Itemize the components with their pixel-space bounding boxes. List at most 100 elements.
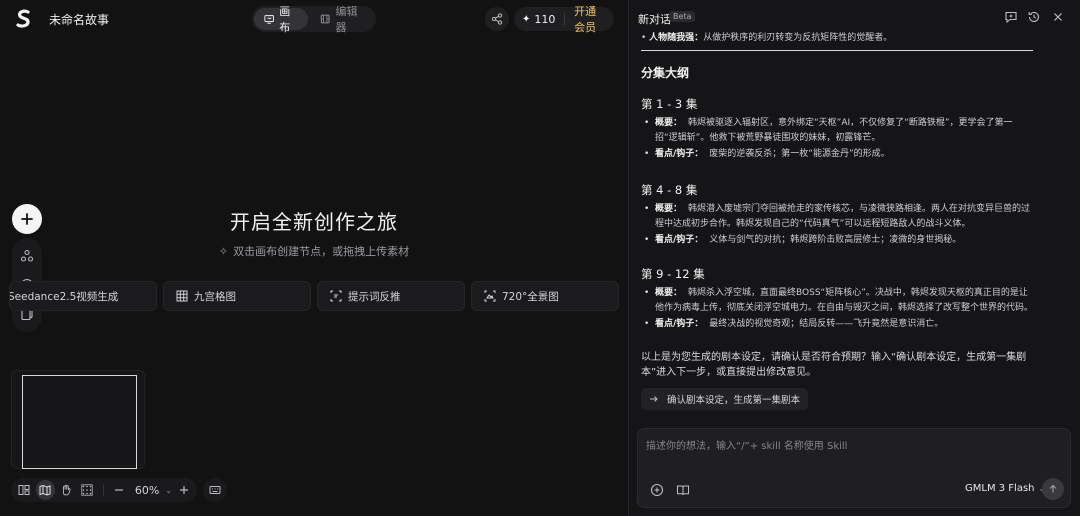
section-heading: 分集大纲 bbox=[641, 66, 690, 80]
keyboard-shortcuts-button[interactable] bbox=[203, 478, 227, 502]
chat-title: 新对话 bbox=[638, 13, 671, 26]
attach-button[interactable] bbox=[650, 483, 664, 497]
canvas-area[interactable]: 未命名故事 画布 编辑器 ✦ 110 开通会员 开启全新创作之旅 ✧ 双击画布创建… bbox=[0, 0, 628, 516]
beta-badge: Beta bbox=[669, 11, 696, 22]
quick-action-prompt[interactable]: 提示词反推 bbox=[317, 281, 465, 311]
prompt-icon bbox=[330, 290, 342, 302]
zoom-out-button[interactable] bbox=[110, 480, 129, 500]
quick-action-video[interactable]: Seedance2.5视频生成 bbox=[9, 281, 157, 311]
book-icon bbox=[677, 485, 689, 496]
history-button[interactable] bbox=[1027, 10, 1041, 24]
bullet-label: 看点/钩子： bbox=[655, 235, 704, 245]
quick-action-panorama[interactable]: 720°全景图 bbox=[471, 281, 619, 311]
bullet-text: 韩烬杀入浮空城，直面最终BOSS“矩阵核心”。决战中，韩烬发现天枢的真正目的是让… bbox=[655, 288, 1034, 313]
section-divider bbox=[641, 50, 1033, 51]
hand-icon bbox=[63, 484, 72, 496]
list-item: 看点/钩子： 义体与剑气的对抗；韩烬跨阶击败高层修士；凌微的身世揭秘。 bbox=[641, 233, 1033, 248]
chat-input-box: GMLM 3 Flash ⌄ bbox=[637, 428, 1071, 508]
chat-add-icon bbox=[1005, 11, 1017, 24]
episode-bullets: 概要：韩烬杀入浮空城，直面最终BOSS“矩阵核心”。决战中，韩烬发现天枢的真正目… bbox=[641, 286, 1033, 333]
map-icon bbox=[39, 484, 51, 496]
chevron-down-icon[interactable]: ⌄ bbox=[165, 486, 172, 495]
bullet-label: 概要： bbox=[655, 118, 683, 128]
layout-button[interactable] bbox=[15, 480, 34, 500]
tab-canvas[interactable]: 画布 bbox=[254, 5, 309, 34]
zoom-in-button[interactable] bbox=[174, 480, 193, 500]
minus-icon bbox=[115, 489, 124, 491]
minimap-viewport[interactable] bbox=[22, 375, 137, 469]
editor-icon bbox=[320, 14, 330, 24]
episode-bullets: 概要：韩烬潜入废墟宗门夺回被抢走的家传核芯，与凌微狭路相逢。两人在对抗变异巨兽的… bbox=[641, 202, 1033, 249]
toolbar-divider bbox=[102, 484, 104, 496]
canvas-icon bbox=[264, 15, 274, 24]
suggestion-label: 确认剧本设定，生成第一集剧本 bbox=[667, 395, 801, 406]
arrow-up-icon bbox=[1049, 484, 1057, 493]
sparkle-icon: ✧ bbox=[218, 245, 229, 258]
bullet-text: 从做护秩序的利刃转变为反抗矩阵性的觉醒者。 bbox=[703, 33, 893, 43]
layout-icon bbox=[18, 485, 30, 495]
grid-toggle-button[interactable] bbox=[78, 480, 97, 500]
episode-bullets: 概要：韩烬被驱逐入辐射区，意外绑定“天枢”AI，不仅修复了“断路铁棍”，更学会了… bbox=[641, 116, 1033, 163]
plus-circle-icon bbox=[650, 483, 664, 497]
list-item: 概要：韩烬杀入浮空城，直面最终BOSS“矩阵核心”。决战中，韩烬发现天枢的真正目… bbox=[641, 286, 1033, 316]
close-panel-button[interactable] bbox=[1051, 10, 1065, 24]
bullet-label: 人物随我强： bbox=[649, 33, 704, 43]
bullet-label: 看点/钩子： bbox=[655, 319, 704, 329]
map-button[interactable] bbox=[35, 480, 55, 500]
tab-canvas-label: 画布 bbox=[279, 5, 291, 34]
bullet-text: 废柴的逆袭反杀；第一枚“能源金丹”的形成。 bbox=[709, 149, 890, 159]
share-button[interactable] bbox=[485, 7, 509, 31]
history-icon bbox=[1028, 11, 1040, 23]
bullet-text: 韩烬被驱逐入辐射区，意外绑定“天枢”AI，不仅修复了“断路铁棍”，更学会了第一招… bbox=[655, 118, 1013, 143]
chat-messages[interactable]: • 人物随我强：从做护秩序的利刃转变为反抗矩阵性的觉醒者。 分集大纲 第 1 -… bbox=[629, 30, 1080, 425]
message-cut-line: • 人物随我强：从做护秩序的利刃转变为反抗矩阵性的觉醒者。 bbox=[641, 33, 893, 43]
assistant-closing-text: 以上是为您生成的剧本设定，请确认是否符合预期？输入“确认剧本设定，生成第一集剧本… bbox=[641, 352, 1027, 378]
mode-switch: 画布 编辑器 bbox=[252, 5, 376, 34]
quick-action-grid[interactable]: 九宫格图 bbox=[163, 281, 311, 311]
upgrade-vip-link[interactable]: 开通会员 bbox=[574, 3, 606, 35]
bullet-label: 概要： bbox=[655, 204, 683, 214]
episode-title: 第 1 - 3 集 bbox=[641, 97, 698, 111]
bullet-label: 概要： bbox=[655, 288, 683, 298]
quick-actions: Seedance2.5视频生成 九宫格图 提示词反推 720°全景图 bbox=[0, 281, 628, 311]
close-icon bbox=[1054, 13, 1062, 21]
list-item: 看点/钩子： 废柴的逆袭反杀；第一枚“能源金丹”的形成。 bbox=[641, 147, 1033, 162]
chat-input[interactable] bbox=[646, 437, 1046, 455]
quick-action-label: 720°全景图 bbox=[502, 290, 559, 303]
keyboard-icon bbox=[209, 486, 221, 494]
canvas-bottom-toolbar: 60% ⌄ bbox=[11, 478, 197, 502]
hero-subtitle: ✧ 双击画布创建节点，或拖拽上传素材 bbox=[0, 243, 628, 259]
list-item: 看点/钩子： 最终决战的视觉奇观；结局反转——飞升竟然是意识消亡。 bbox=[641, 317, 1033, 332]
credit-star-icon: ✦ bbox=[522, 13, 531, 25]
suggestion-chip[interactable]: 确认剧本设定，生成第一集剧本 bbox=[641, 388, 809, 410]
bullet-text: 韩烬潜入废墟宗门夺回被抢走的家传核芯，与凌微狭路相逢。两人在对抗变异巨兽的过程中… bbox=[655, 204, 1031, 229]
chat-panel: 新对话 Beta • 人物随我强：从做护秩序的利刃转变为反抗矩阵性的觉醒者。 分… bbox=[629, 0, 1080, 516]
skill-library-button[interactable] bbox=[676, 483, 690, 497]
list-item: 概要：韩烬潜入废墟宗门夺回被抢走的家传核芯，与凌微狭路相逢。两人在对抗变异巨兽的… bbox=[641, 202, 1033, 232]
tab-editor[interactable]: 编辑器 bbox=[310, 5, 374, 34]
dot-grid-icon bbox=[81, 484, 94, 496]
model-selector[interactable]: GMLM 3 Flash ⌄ bbox=[965, 483, 1045, 494]
hero-subtitle-text: 双击画布创建节点，或拖拽上传素材 bbox=[233, 245, 410, 258]
model-name: GMLM 3 Flash bbox=[965, 483, 1035, 494]
zoom-level[interactable]: 60% bbox=[131, 484, 163, 497]
hand-tool-button[interactable] bbox=[57, 480, 76, 500]
bullet-text: 义体与剑气的对抗；韩烬跨阶击败高层修士；凌微的身世揭秘。 bbox=[709, 235, 962, 245]
minimap[interactable] bbox=[11, 370, 145, 469]
tab-editor-label: 编辑器 bbox=[335, 5, 358, 34]
app-logo-icon bbox=[16, 9, 30, 28]
credit-divider bbox=[564, 13, 566, 25]
new-chat-button[interactable] bbox=[1004, 10, 1018, 24]
quick-action-label: 提示词反推 bbox=[348, 290, 401, 303]
plus-icon bbox=[179, 486, 188, 494]
quick-action-label: Seedance2.5视频生成 bbox=[9, 290, 119, 303]
send-button[interactable] bbox=[1042, 478, 1064, 500]
episode-title: 第 4 - 8 集 bbox=[641, 183, 698, 197]
hero-title: 开启全新创作之旅 bbox=[230, 210, 398, 234]
credit-pill: ✦ 110 开通会员 bbox=[514, 5, 614, 34]
share-icon bbox=[491, 13, 503, 25]
quick-action-label: 九宫格图 bbox=[194, 290, 236, 303]
credit-count: 110 bbox=[534, 12, 556, 26]
panorama-icon bbox=[484, 290, 496, 302]
project-title[interactable]: 未命名故事 bbox=[49, 11, 109, 28]
